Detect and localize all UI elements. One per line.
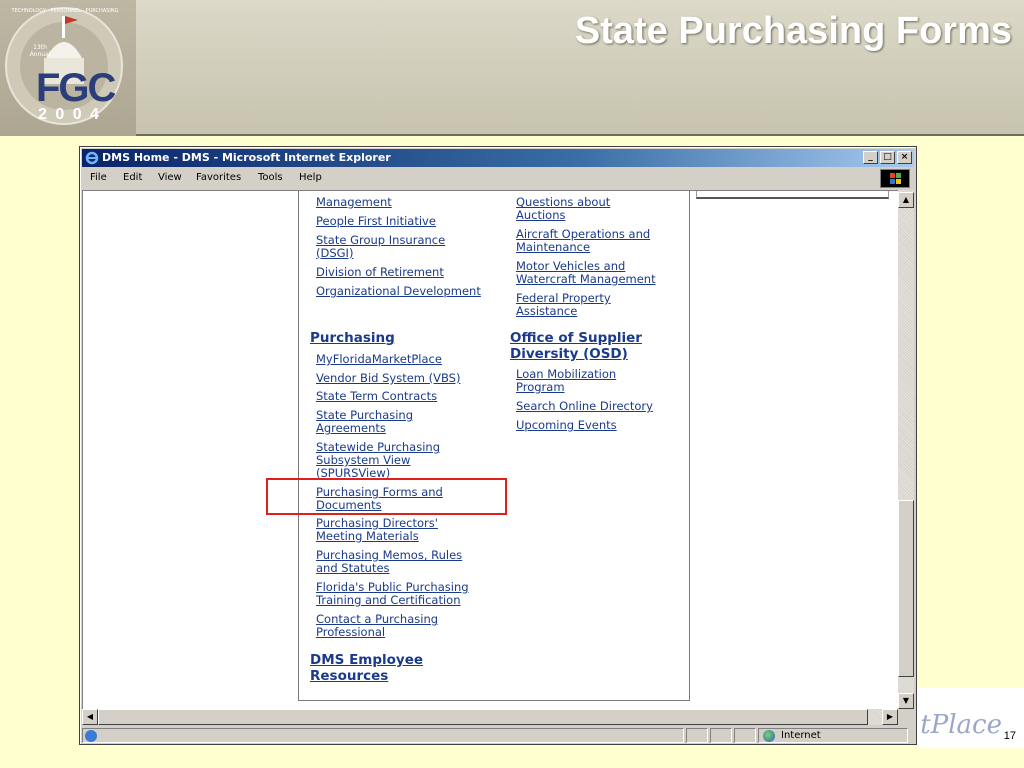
logo-ring-text: TECHNOLOGY · PERSONNEL · PURCHASING <box>11 8 119 14</box>
link-division-of-retirement[interactable]: Division of Retirement <box>316 266 444 279</box>
highlight-box <box>266 478 507 515</box>
link-questions-about-auctions[interactable]: Questions about Auctions <box>516 196 610 222</box>
status-bar: Internet <box>82 727 914 744</box>
maximize-button[interactable]: □ <box>880 151 895 164</box>
status-text-cell <box>82 728 684 743</box>
logo-fgc-text: FGC <box>36 66 116 110</box>
internet-explorer-icon <box>85 151 99 165</box>
link-motor-vehicles[interactable]: Motor Vehicles and Watercraft Management <box>516 260 656 286</box>
link-upcoming-events[interactable]: Upcoming Events <box>516 419 617 432</box>
vertical-scroll-thumb[interactable] <box>898 500 914 677</box>
link-purchasing-directors-meeting[interactable]: Purchasing Directors' Meeting Materials <box>316 517 438 543</box>
watermark-text: tPlace <box>920 710 1002 740</box>
page-viewport[interactable]: Management People First Initiative State… <box>82 190 898 709</box>
link-vendor-bid-system[interactable]: Vendor Bid System (VBS) <box>316 372 460 385</box>
heading-purchasing[interactable]: Purchasing <box>310 330 395 346</box>
vertical-scrollbar[interactable]: ▲ ▼ <box>898 190 914 709</box>
menu-view[interactable]: View <box>158 172 182 183</box>
menu-help[interactable]: Help <box>299 172 322 183</box>
logo-year-text: 2 0 0 4 <box>38 106 101 123</box>
horizontal-scroll-thumb[interactable] <box>98 709 868 725</box>
windows-logo-throbber <box>880 169 910 188</box>
link-public-purchasing-training[interactable]: Florida's Public Purchasing Training and… <box>316 581 469 607</box>
status-cell <box>710 728 732 743</box>
link-organizational-development[interactable]: Organizational Development <box>316 285 481 298</box>
link-loan-mobilization[interactable]: Loan Mobilization Program <box>516 368 616 394</box>
slide-page-number: 17 <box>1003 730 1016 742</box>
slide-title: State Purchasing Forms <box>574 10 1012 52</box>
slide-header: TECHNOLOGY · PERSONNEL · PURCHASING 13th… <box>0 0 1024 136</box>
security-zone-label: Internet <box>781 730 821 741</box>
scroll-left-arrow-icon[interactable]: ◀ <box>82 709 98 725</box>
link-people-first[interactable]: People First Initiative <box>316 215 436 228</box>
link-state-term-contracts[interactable]: State Term Contracts <box>316 390 437 403</box>
menu-tools[interactable]: Tools <box>258 172 283 183</box>
menu-bar: File Edit View Favorites Tools Help <box>82 168 914 188</box>
link-state-group-insurance[interactable]: State Group Insurance (DSGI) <box>316 234 445 260</box>
menu-file[interactable]: File <box>90 172 107 183</box>
window-titlebar[interactable]: DMS Home - DMS - Microsoft Internet Expl… <box>82 149 914 167</box>
fgc-2004-logo: TECHNOLOGY · PERSONNEL · PURCHASING 13th… <box>0 0 136 136</box>
logo-badge-text: 13th Annual <box>29 44 51 58</box>
menu-favorites[interactable]: Favorites <box>196 172 241 183</box>
internet-globe-icon <box>763 730 775 742</box>
link-state-purchasing-agreements[interactable]: State Purchasing Agreements <box>316 409 413 435</box>
page-done-icon <box>85 730 97 742</box>
scroll-up-arrow-icon[interactable]: ▲ <box>898 192 914 208</box>
right-sidebar-box <box>696 191 889 199</box>
heading-office-of-supplier-diversity[interactable]: Office of Supplier Diversity (OSD) <box>510 330 642 362</box>
menu-edit[interactable]: Edit <box>123 172 142 183</box>
close-button[interactable]: × <box>897 151 912 164</box>
scroll-right-arrow-icon[interactable]: ▶ <box>882 709 898 725</box>
link-aircraft-operations[interactable]: Aircraft Operations and Maintenance <box>516 228 650 254</box>
window-title: DMS Home - DMS - Microsoft Internet Expl… <box>102 151 391 164</box>
link-myfloridamarketplace[interactable]: MyFloridaMarketPlace <box>316 353 442 366</box>
link-contact-purchasing-professional[interactable]: Contact a Purchasing Professional <box>316 613 438 639</box>
security-zone-cell: Internet <box>758 728 908 743</box>
scroll-down-arrow-icon[interactable]: ▼ <box>898 693 914 709</box>
link-purchasing-memos[interactable]: Purchasing Memos, Rules and Statutes <box>316 549 462 575</box>
status-cell <box>734 728 756 743</box>
link-search-online-directory[interactable]: Search Online Directory <box>516 400 653 413</box>
link-federal-property[interactable]: Federal Property Assistance <box>516 292 611 318</box>
link-spursview[interactable]: Statewide Purchasing Subsystem View (SPU… <box>316 441 440 480</box>
minimize-button[interactable]: _ <box>863 151 878 164</box>
horizontal-scrollbar[interactable]: ◀ ▶ <box>82 709 898 725</box>
link-management[interactable]: Management <box>316 196 392 209</box>
ie-browser-window: DMS Home - DMS - Microsoft Internet Expl… <box>79 146 917 745</box>
status-cell <box>686 728 708 743</box>
heading-dms-employee-resources[interactable]: DMS Employee Resources <box>310 652 423 684</box>
